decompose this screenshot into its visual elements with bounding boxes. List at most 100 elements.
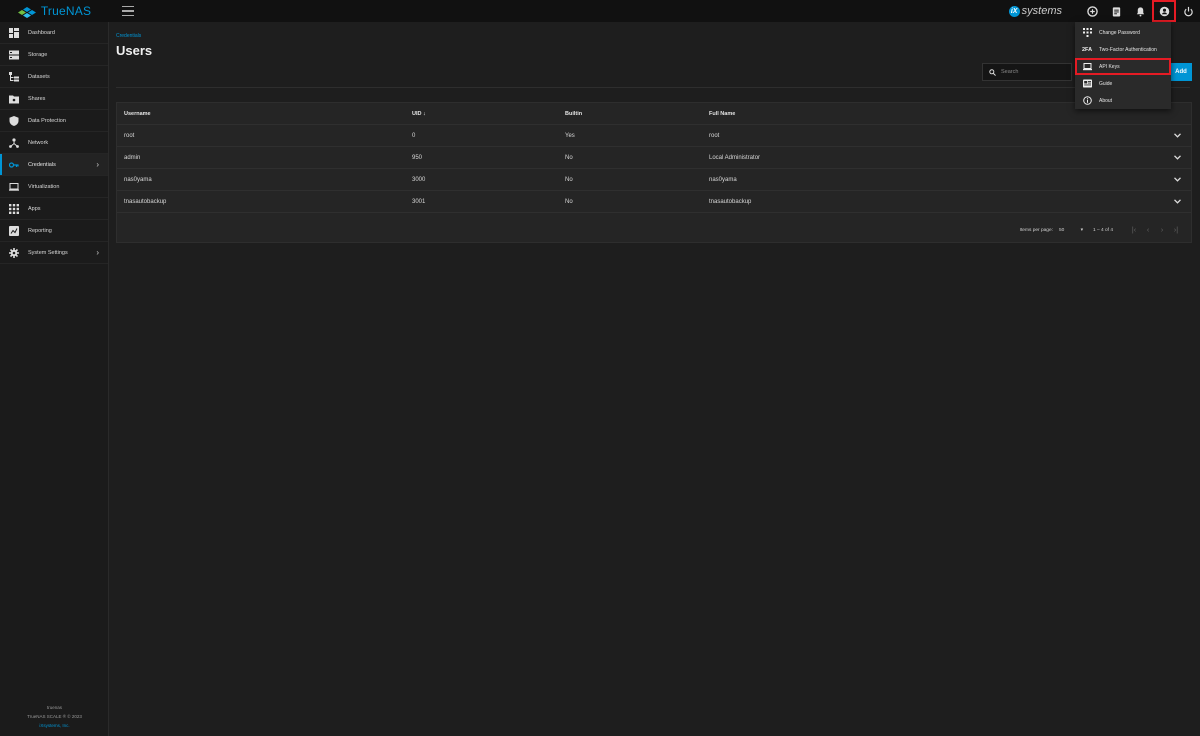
main-content: Credentials Users Add Username UID ↓ Bui… xyxy=(110,22,1200,736)
sidebar-item-label: Reporting xyxy=(28,227,52,234)
sidebar-item-credentials[interactable]: Credentials › xyxy=(0,154,108,176)
sidebar-item-label: Datasets xyxy=(28,73,50,80)
users-table: Username UID ↓ Builtin Full Name root 0 … xyxy=(116,102,1192,243)
page-size-select[interactable]: 50 ▾ xyxy=(1059,228,1083,233)
table-row[interactable]: nas0yama 3000 No nas0yama xyxy=(117,169,1191,191)
search-icon xyxy=(989,68,996,76)
menu-item-label: Two-Factor Authentication xyxy=(1099,46,1157,53)
bell-icon[interactable] xyxy=(1128,0,1152,22)
topbar-actions: iX systems xyxy=(1008,0,1200,22)
table-header-row: Username UID ↓ Builtin Full Name xyxy=(117,103,1191,125)
sidebar-item-datasets[interactable]: Datasets xyxy=(0,66,108,88)
logo-text: TrueNAS xyxy=(40,4,92,18)
sidebar-item-network[interactable]: Network xyxy=(0,132,108,154)
cell-full-name: nas0yama xyxy=(709,176,737,183)
paginator: Items per page: 50 ▾ 1 – 4 of 4 |‹ ‹ › ›| xyxy=(117,217,1191,243)
cell-username: nas0yama xyxy=(124,176,152,183)
column-header-uid[interactable]: UID ↓ xyxy=(412,111,426,117)
chevron-right-icon: › xyxy=(96,160,99,169)
page-size-value: 50 xyxy=(1058,227,1065,233)
dialpad-icon xyxy=(1082,28,1092,38)
menu-item-guide[interactable]: Guide xyxy=(1075,75,1171,92)
cell-builtin: No xyxy=(565,176,573,183)
sidebar-item-reporting[interactable]: Reporting xyxy=(0,220,108,242)
table-row[interactable]: root 0 Yes root xyxy=(117,125,1191,147)
dashboard-icon xyxy=(9,27,19,38)
cell-full-name: root xyxy=(709,132,720,139)
sidebar-item-data-protection[interactable]: Data Protection xyxy=(0,110,108,132)
datasets-icon xyxy=(9,71,19,82)
expand-chevron-icon[interactable] xyxy=(1173,132,1181,140)
search-field[interactable] xyxy=(982,63,1072,81)
menu-item-api-keys[interactable]: API Keys xyxy=(1075,58,1171,75)
sidebar-item-storage[interactable]: Storage xyxy=(0,44,108,66)
cell-username: root xyxy=(124,132,135,139)
sidebar: Dashboard Storage Datasets Shares Data P… xyxy=(0,22,109,736)
ixsystems-logo[interactable]: iX systems xyxy=(1008,5,1062,17)
page-title: Users xyxy=(116,43,153,58)
menu-item-about[interactable]: About xyxy=(1075,92,1171,109)
key-icon xyxy=(9,160,19,170)
items-per-page-label: Items per page: xyxy=(1019,227,1053,233)
2fa-icon: 2FA xyxy=(1081,46,1093,53)
company-link[interactable]: iXsystems, Inc. xyxy=(0,721,109,730)
next-page-icon[interactable]: › xyxy=(1155,223,1169,237)
menu-item-label: API Keys xyxy=(1099,63,1120,70)
sidebar-footer: truenas TrueNAS SCALE ® © 2023 iXsystems… xyxy=(0,703,109,730)
dropdown-arrow-icon: ▾ xyxy=(1080,227,1083,233)
expand-chevron-icon[interactable] xyxy=(1173,198,1181,206)
cell-full-name: Local Administrator xyxy=(709,154,761,161)
column-header-builtin[interactable]: Builtin xyxy=(565,111,582,117)
search-input[interactable] xyxy=(1001,69,1071,75)
column-header-username[interactable]: Username xyxy=(124,111,151,117)
sort-arrow-icon: ↓ xyxy=(423,110,426,117)
previous-page-icon[interactable]: ‹ xyxy=(1141,223,1155,237)
power-icon[interactable] xyxy=(1176,0,1200,22)
clipboard-icon[interactable] xyxy=(1104,0,1128,22)
breadcrumb[interactable]: Credentials xyxy=(116,33,141,39)
first-page-icon[interactable]: |‹ xyxy=(1127,223,1141,237)
expand-chevron-icon[interactable] xyxy=(1173,154,1181,162)
guide-icon xyxy=(1082,79,1092,89)
truecommand-icon[interactable] xyxy=(1080,0,1104,22)
menu-item-two-factor[interactable]: 2FA Two-Factor Authentication xyxy=(1075,41,1171,58)
sidebar-item-virtualization[interactable]: Virtualization xyxy=(0,176,108,198)
divider xyxy=(116,87,1190,88)
menu-item-label: About xyxy=(1099,97,1113,104)
version-text: TrueNAS SCALE ® © 2023 xyxy=(27,714,82,719)
column-header-full-name[interactable]: Full Name xyxy=(709,111,735,117)
table-row[interactable]: admin 950 No Local Administrator xyxy=(117,147,1191,169)
sidebar-item-label: Credentials xyxy=(28,161,56,168)
network-icon xyxy=(9,137,19,148)
menu-item-label: Guide xyxy=(1099,80,1113,87)
sidebar-item-system-settings[interactable]: System Settings › xyxy=(0,242,108,264)
cell-builtin: No xyxy=(565,154,573,161)
hostname: truenas xyxy=(46,705,62,710)
shares-icon xyxy=(9,94,19,104)
cell-full-name: tnasautobackup xyxy=(709,198,752,205)
truenas-logo[interactable]: TrueNAS xyxy=(0,0,108,22)
cell-builtin: Yes xyxy=(565,132,575,139)
account-icon[interactable] xyxy=(1152,0,1176,22)
expand-chevron-icon[interactable] xyxy=(1173,176,1181,184)
laptop-icon xyxy=(1082,62,1092,72)
menu-item-label: Change Password xyxy=(1099,29,1140,36)
sidebar-item-label: Dashboard xyxy=(28,29,55,36)
cell-builtin: No xyxy=(565,198,573,205)
sidebar-item-dashboard[interactable]: Dashboard xyxy=(0,22,108,44)
apps-icon xyxy=(9,203,19,214)
sidebar-item-shares[interactable]: Shares xyxy=(0,88,108,110)
info-icon xyxy=(1082,96,1092,106)
menu-toggle-icon[interactable] xyxy=(122,6,134,16)
chart-icon xyxy=(9,225,19,236)
sidebar-item-apps[interactable]: Apps xyxy=(0,198,108,220)
last-page-icon[interactable]: ›| xyxy=(1169,223,1183,237)
sidebar-item-label: Virtualization xyxy=(28,183,60,190)
table-row[interactable]: tnasautobackup 3001 No tnasautobackup xyxy=(117,191,1191,213)
cell-uid: 950 xyxy=(412,154,423,161)
ix-text: systems xyxy=(1021,5,1062,17)
cell-username: tnasautobackup xyxy=(124,198,167,205)
add-user-button[interactable]: Add xyxy=(1170,63,1192,81)
menu-item-change-password[interactable]: Change Password xyxy=(1075,24,1171,41)
sidebar-item-label: System Settings xyxy=(28,249,68,256)
